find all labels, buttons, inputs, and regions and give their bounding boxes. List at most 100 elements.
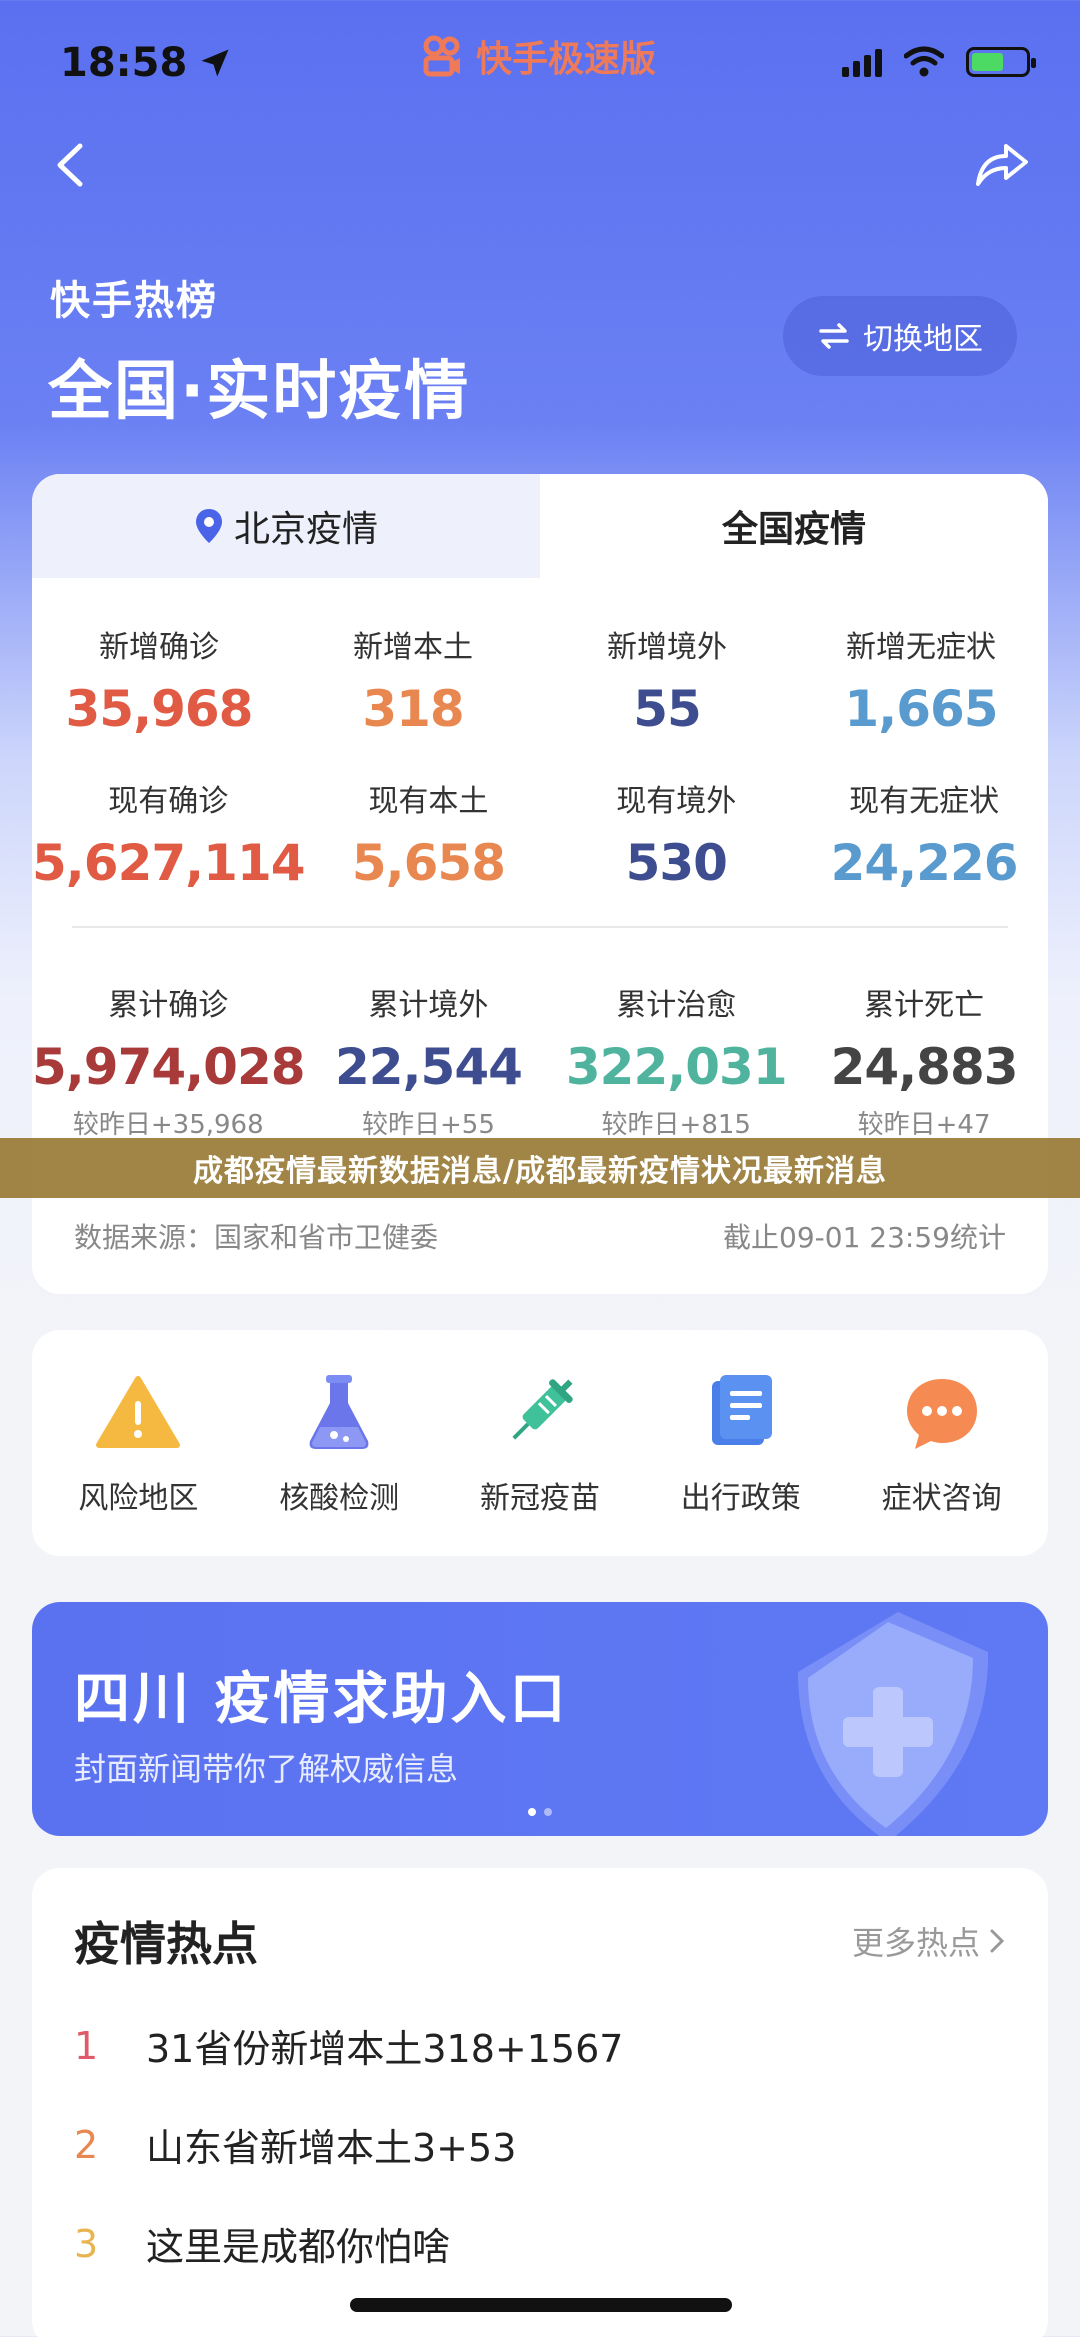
hot-topic-item[interactable]: 3 这里是成都你怕啥	[74, 2216, 1006, 2271]
stat-new-asymptomatic: 新增无症状 1,665	[794, 578, 1048, 750]
location-pin-icon	[195, 509, 222, 543]
hot-topics-card: 疫情热点 更多热点 1 31省份新增本土318+1567 2 山东省新增本土3+…	[32, 1868, 1048, 2337]
more-hot-topics-link[interactable]: 更多热点	[852, 1918, 1006, 1964]
stat-total-recovered: 累计治愈 322,031 较昨日+815	[552, 928, 800, 1140]
battery-icon	[966, 47, 1036, 77]
hot-topics-header: 疫情热点 更多热点	[74, 1908, 1006, 1974]
stats-row-cumulative: 累计确诊 5,974,028 较昨日+35,968 累计境外 22,544 较昨…	[32, 928, 1048, 1140]
tab-national-label: 全国疫情	[721, 509, 866, 550]
tool-label: 出行政策	[680, 1481, 801, 1516]
tool-symptom-consult[interactable]: 症状咨询	[847, 1369, 1037, 1517]
stat-label: 现有无症状	[849, 784, 1000, 819]
tool-label: 症状咨询	[881, 1481, 1002, 1516]
app-brand: 快手极速版	[420, 30, 656, 82]
wifi-icon	[904, 46, 944, 77]
tool-label: 风险地区	[78, 1481, 199, 1516]
promo-banner[interactable]: 四川 疫情求助入口 封面新闻带你了解权威信息	[32, 1602, 1048, 1836]
app-name: 快手极速版	[476, 39, 657, 80]
stat-label: 累计境外	[368, 988, 489, 1023]
hot-topics-title: 疫情热点	[74, 1917, 258, 1971]
stat-current-confirmed: 现有确诊 5,627,114	[32, 750, 306, 922]
data-source: 数据来源：国家和省市卫健委	[74, 1221, 439, 1254]
stat-total-confirmed: 累计确诊 5,974,028 较昨日+35,968	[32, 928, 306, 1140]
stat-label: 现有本土	[368, 784, 489, 819]
stat-label: 新增境外	[607, 630, 727, 665]
hot-topic-rank: 1	[74, 2023, 99, 2068]
switch-region-button[interactable]: 切换地区	[783, 296, 1017, 376]
hot-topic-text: 这里是成都你怕啥	[146, 2225, 451, 2269]
stat-total-imported: 累计境外 22,544 较昨日+55	[305, 928, 553, 1140]
hot-topic-text: 31省份新增本土318+1567	[146, 2027, 624, 2071]
tool-vaccine[interactable]: 新冠疫苗	[445, 1369, 635, 1517]
document-icon	[711, 1375, 772, 1445]
stat-value: 5,658	[351, 834, 506, 892]
stat-total-deaths: 累计死亡 24,883 较昨日+47	[800, 928, 1048, 1140]
share-icon[interactable]	[972, 140, 1032, 190]
hot-topic-item[interactable]: 1 31省份新增本土318+1567	[74, 2018, 1006, 2073]
stat-new-local: 新增本土 318	[286, 578, 540, 750]
back-arrow-icon[interactable]	[48, 140, 98, 190]
stat-label: 累计死亡	[864, 988, 985, 1023]
stat-current-local: 现有本土 5,658	[305, 750, 553, 922]
tools-card: 风险地区 核酸检测 新冠疫苗 出行政策 症状咨询	[32, 1330, 1048, 1556]
data-source-row: 数据来源：国家和省市卫健委 截止09-01 23:59统计	[74, 1216, 1006, 1256]
stat-value: 1,665	[844, 680, 998, 738]
clock-text: 18:58	[60, 40, 188, 86]
stat-label: 新增无症状	[846, 630, 996, 665]
stat-value: 322,031	[565, 1038, 788, 1096]
switch-region-label: 切换地区	[863, 322, 983, 357]
warning-icon	[96, 1376, 181, 1448]
stat-label: 新增确诊	[99, 630, 219, 665]
section-label: 快手热榜	[50, 278, 218, 324]
more-label: 更多热点	[851, 1924, 980, 1962]
stat-current-asymptomatic: 现有无症状 24,226	[800, 750, 1048, 922]
promo-subtitle: 封面新闻带你了解权威信息	[74, 1750, 459, 1788]
stat-value: 24,226	[830, 834, 1019, 892]
stat-delta: 较昨日+47	[857, 1110, 991, 1140]
region-tabs: 北京疫情 全国疫情	[32, 474, 1048, 578]
stat-label: 现有境外	[616, 784, 737, 819]
stat-label: 新增本土	[353, 630, 473, 665]
stat-new-confirmed: 新增确诊 35,968	[32, 578, 286, 750]
promo-title: 四川 疫情求助入口	[74, 1667, 569, 1732]
overlay-caption: 成都疫情最新数据消息/成都最新疫情状况最新消息	[0, 1138, 1080, 1198]
stat-value: 5,627,114	[32, 834, 306, 892]
stat-value: 22,544	[334, 1038, 523, 1096]
tool-label: 核酸检测	[279, 1481, 400, 1516]
stats-row-new: 新增确诊 35,968 新增本土 318 新增境外 55 新增无症状 1,665	[32, 578, 1048, 750]
stats-row-current: 现有确诊 5,627,114 现有本土 5,658 现有境外 530 现有无症状…	[32, 750, 1048, 922]
kuaishou-logo-icon	[423, 35, 460, 77]
tool-nucleic-test[interactable]: 核酸检测	[244, 1369, 434, 1517]
page-title: 全国·实时疫情	[48, 355, 471, 429]
hot-topic-rank: 2	[74, 2122, 99, 2167]
chevron-right-icon	[990, 1929, 1005, 1953]
cellular-signal-icon	[842, 47, 882, 77]
location-arrow-icon	[201, 49, 229, 77]
status-icons	[842, 46, 1036, 78]
stat-label: 累计确诊	[108, 988, 229, 1023]
stat-delta: 较昨日+55	[362, 1110, 495, 1140]
stat-label: 现有确诊	[108, 784, 229, 819]
stat-value: 24,883	[830, 1038, 1019, 1096]
stat-value: 35,968	[65, 680, 254, 738]
stat-value: 5,974,028	[32, 1038, 306, 1096]
tool-risk-areas[interactable]: 风险地区	[43, 1369, 233, 1517]
tab-national[interactable]: 全国疫情	[540, 474, 1048, 578]
tab-local[interactable]: 北京疫情	[32, 474, 540, 578]
hot-topic-item[interactable]: 2 山东省新增本土3+53	[74, 2117, 1006, 2172]
hot-topic-rank: 3	[74, 2221, 99, 2266]
carousel-dots	[32, 1808, 1048, 1816]
tool-travel-policy[interactable]: 出行政策	[646, 1369, 836, 1517]
flask-icon	[309, 1375, 369, 1449]
data-timestamp: 截止09-01 23:59统计	[723, 1221, 1006, 1254]
stat-delta: 较昨日+815	[601, 1110, 751, 1140]
stat-delta: 较昨日+35,968	[72, 1110, 264, 1140]
tool-label: 新冠疫苗	[479, 1481, 600, 1516]
chat-icon	[906, 1379, 977, 1449]
stat-value: 530	[625, 834, 728, 892]
home-indicator[interactable]	[350, 2298, 732, 2312]
stat-value: 55	[633, 680, 702, 738]
stat-label: 累计治愈	[616, 988, 737, 1023]
stat-current-imported: 现有境外 530	[552, 750, 800, 922]
shield-icon	[798, 1612, 989, 1836]
